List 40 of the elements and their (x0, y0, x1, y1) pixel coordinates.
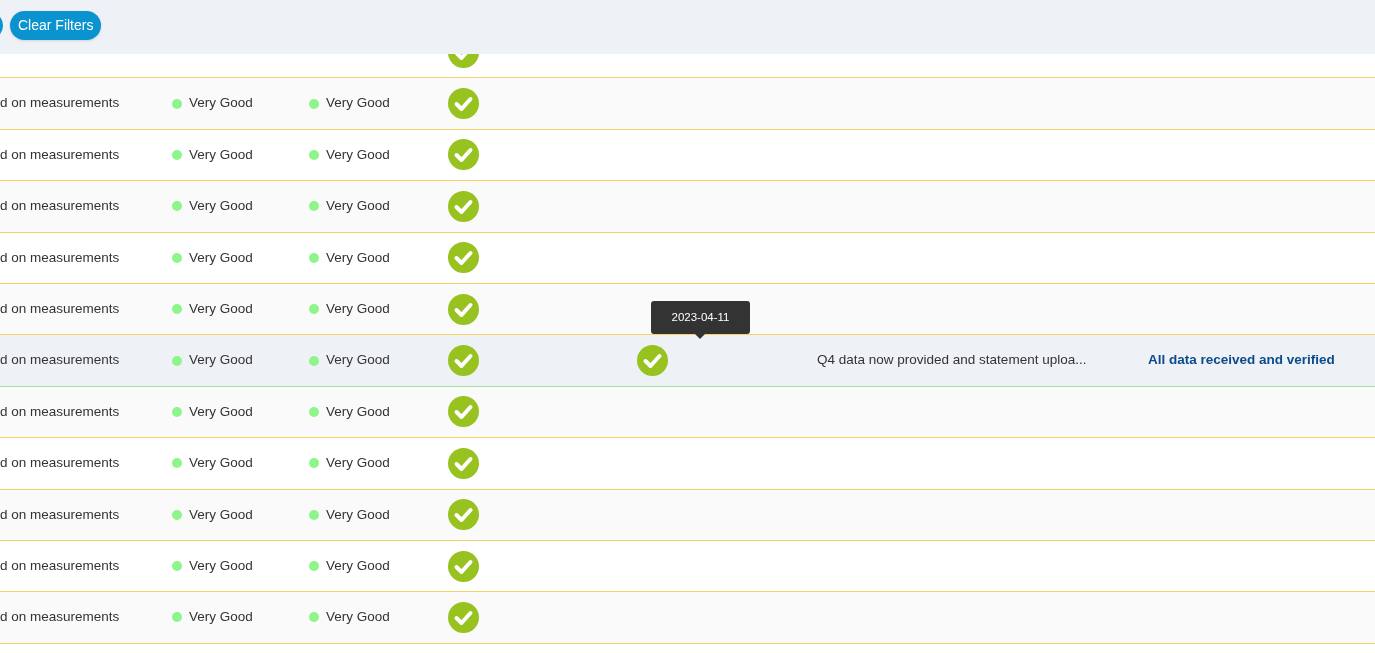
rating-label: Very Good (189, 197, 253, 216)
rating-label: Very Good (189, 402, 253, 421)
table-cell: d on measurements (0, 506, 120, 522)
table-row[interactable]: d on measurements Very Good Very Good (0, 78, 1375, 130)
rating-label: Very Good (189, 351, 253, 370)
rating-label: Very Good (326, 402, 390, 421)
table-cell: d on measurements (0, 403, 120, 419)
table-row[interactable]: d on measurements Very Good Very Good (0, 386, 1375, 439)
rating-label: Very Good (326, 454, 390, 473)
rating-label: Very Good (326, 248, 390, 267)
rating-label: Very Good (326, 608, 390, 627)
table-cell: d on measurements (0, 352, 120, 368)
rating-label: Very Good (189, 94, 253, 113)
status-text: All data received and verified (1148, 352, 1335, 368)
rating-label: Very Good (189, 145, 253, 164)
rating-label: Very Good (326, 145, 390, 164)
table-cell: d on measurements (0, 95, 120, 111)
table-row[interactable]: d on measurements Very Good Very Good (0, 489, 1375, 541)
rating-label: Very Good (326, 197, 390, 216)
rating-label: Very Good (189, 505, 253, 524)
rating-label: Very Good (189, 608, 253, 627)
table-cell: d on measurements (0, 146, 120, 162)
table-cell: d on measurements (0, 557, 120, 573)
rating-label: Very Good (189, 454, 253, 473)
rating-label: Very Good (326, 351, 390, 370)
table-cell: d on measurements (0, 609, 120, 625)
table-cell: d on measurements (0, 249, 120, 265)
table-cell: d on measurements (0, 198, 120, 214)
table-row[interactable]: d on measurements Very Good Very Good (0, 181, 1375, 233)
rating-label: Very Good (189, 248, 253, 267)
table-cell: d on measurements (0, 301, 120, 316)
rating-label: Very Good (189, 300, 253, 318)
table-row[interactable]: d on measurements Very Good Very Good (0, 592, 1375, 644)
comment-text: Q4 data now provided and statement uploa... (817, 352, 1087, 368)
rating-label: Very Good (326, 556, 390, 575)
rating-label: Very Good (326, 94, 390, 113)
rating-label: Very Good (189, 556, 253, 575)
table-cell: d on measurements (0, 455, 120, 471)
rating-label: Very Good (326, 300, 390, 318)
rating-label: Very Good (326, 505, 390, 524)
